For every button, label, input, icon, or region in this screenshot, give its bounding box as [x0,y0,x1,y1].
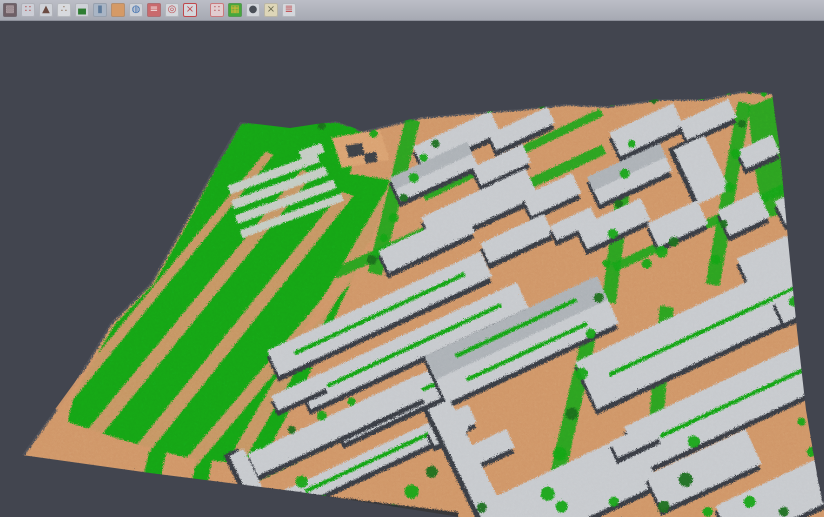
point-cloud-scene [0,22,824,517]
clear-x-icon[interactable]: × [264,3,278,17]
selection-dots-icon[interactable]: ∷ [210,3,224,17]
3d-viewport[interactable] [0,22,824,517]
red-table-icon[interactable]: ≡ [147,3,161,17]
pixel-cube-icon[interactable]: ▩ [3,3,17,17]
target-ring-icon[interactable]: ◎ [165,3,179,17]
ground-points-icon[interactable]: ∴ [57,3,71,17]
classification-colors-icon[interactable]: ▦ [228,3,242,17]
wireframe-sphere-icon[interactable]: ● [246,3,260,17]
globe-icon[interactable]: ◍ [129,3,143,17]
crop-x-icon[interactable]: × [183,3,197,17]
orange-square-icon[interactable] [111,3,125,17]
mountain-icon[interactable]: ▲ [39,3,53,17]
column-icon[interactable]: ▮ [93,3,107,17]
terrain-layer [0,22,824,517]
layers-red-icon[interactable]: ≣ [282,3,296,17]
terrain-hill-icon[interactable]: ▄ [75,3,89,17]
toolbar: ▩ ∷ ▲ ∴ ▄ ▮ ◍ ≡ ◎ × ∷ ▦ ● × ≣ [0,0,824,21]
colored-points-icon[interactable]: ∷ [21,3,35,17]
